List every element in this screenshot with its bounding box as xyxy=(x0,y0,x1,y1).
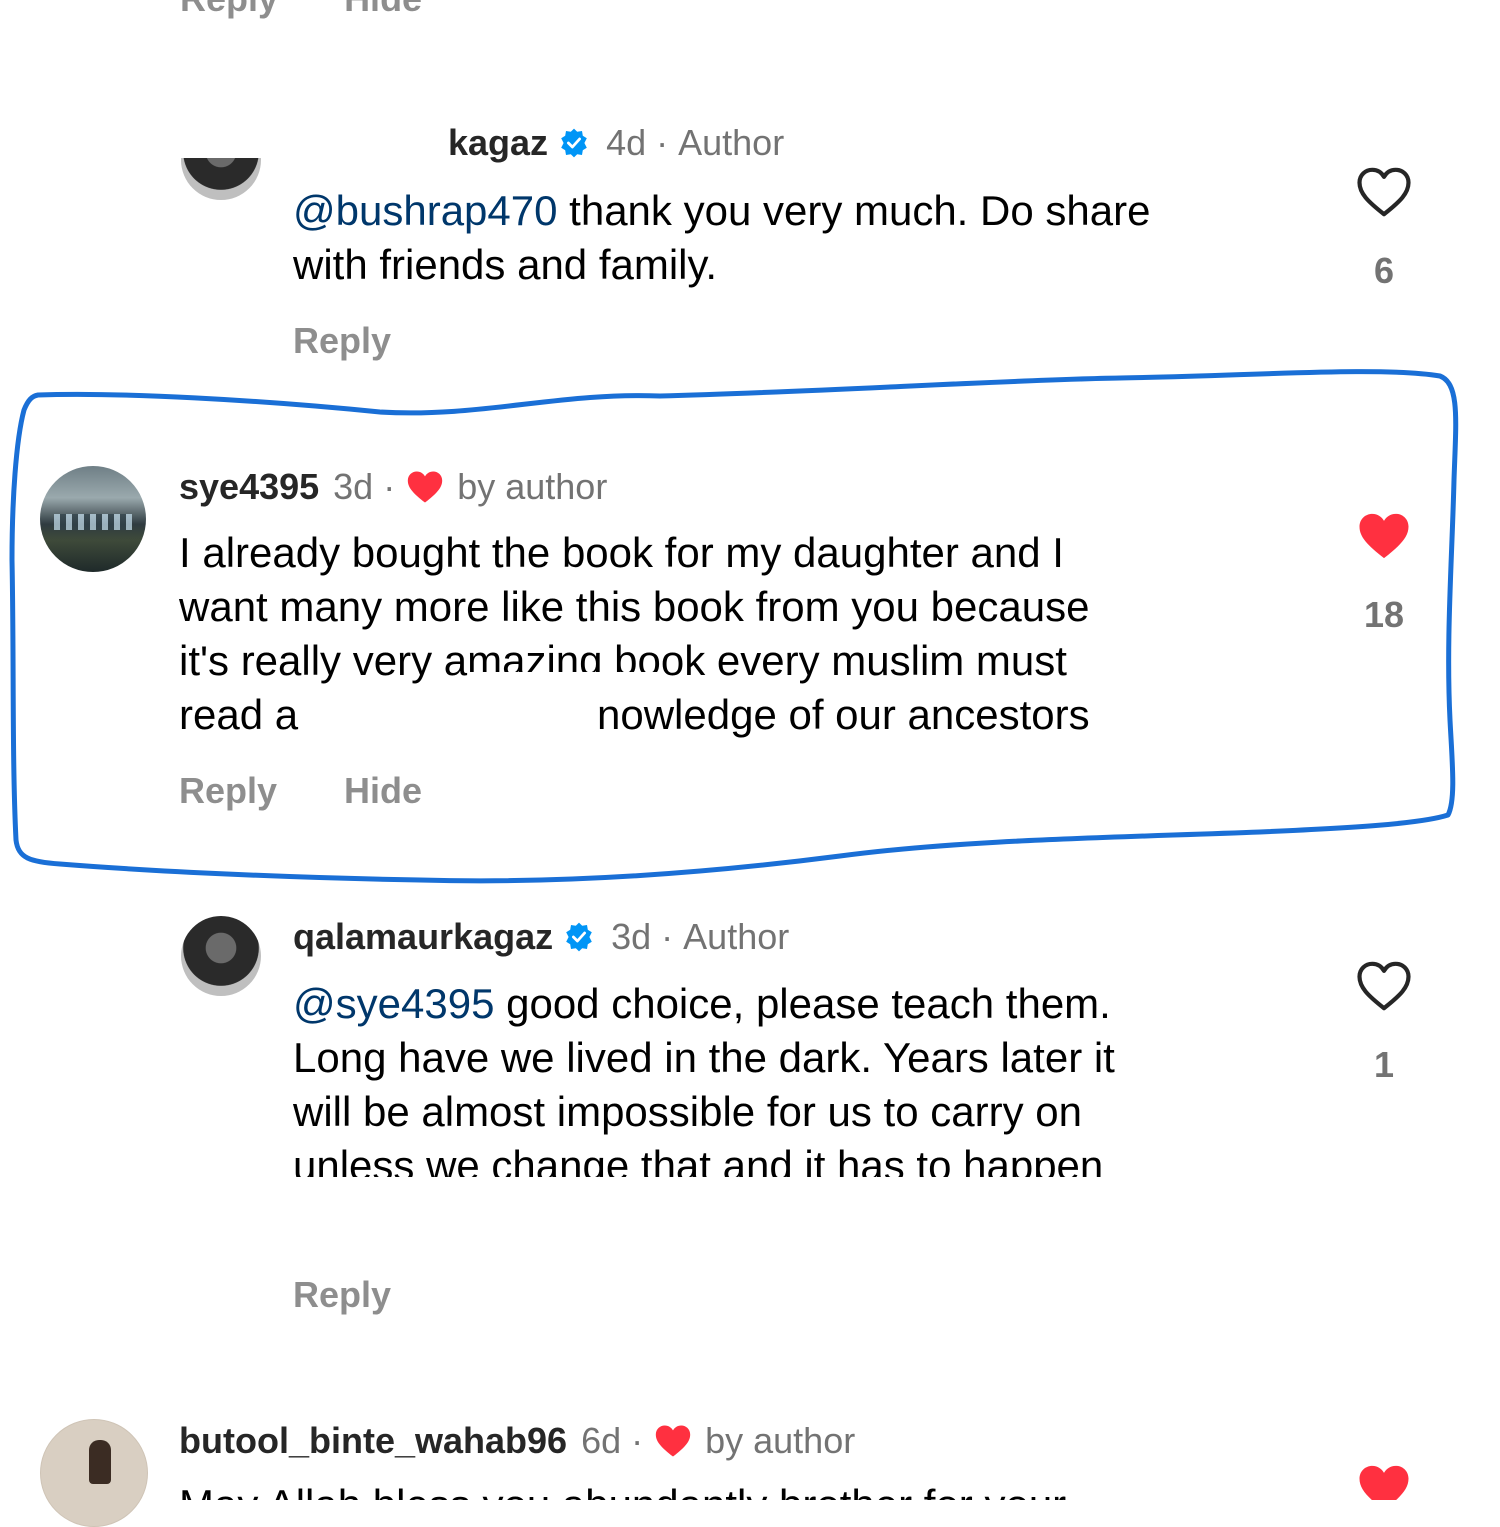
heart-outline-icon xyxy=(1357,961,1411,1011)
comment-header: butool_binte_wahab96 6d · by author xyxy=(179,1420,855,1462)
like-count: 18 xyxy=(1363,594,1405,635)
author-tag: Author xyxy=(683,916,790,957)
separator-dot: · xyxy=(661,916,674,957)
comment-line: it's really very amazing book every musl… xyxy=(179,637,1067,684)
comment-header: qalamaurkagaz 3d · Author xyxy=(293,916,789,958)
reply-button[interactable]: Reply xyxy=(179,770,277,812)
avatar[interactable] xyxy=(40,466,146,572)
comment-header: sye4395 3d · by author xyxy=(179,466,607,508)
username[interactable]: qalamaurkagaz xyxy=(293,916,553,958)
by-author-label: by author xyxy=(705,1420,856,1461)
username[interactable]: butool_binte_wahab96 xyxy=(179,1420,567,1462)
heart-filled-icon xyxy=(1359,513,1409,559)
comment-line: good choice, please teach them. xyxy=(494,980,1111,1027)
comment-line: unless we change that and it has to happ… xyxy=(293,1142,1104,1177)
username[interactable]: sye4395 xyxy=(179,466,319,508)
timestamp: 4d xyxy=(606,122,647,163)
liked-by-author-heart-icon xyxy=(408,471,443,503)
comment-line: read a xyxy=(179,691,299,738)
redaction-patch xyxy=(305,690,595,742)
hide-button[interactable]: Hide xyxy=(344,0,422,19)
previous-comment-actions: Reply Hide xyxy=(180,0,478,20)
heart-outline-icon xyxy=(1357,167,1411,217)
verified-badge-icon xyxy=(566,922,592,952)
comment-line: Long have we lived in the dark. Years la… xyxy=(293,1034,1115,1081)
comment-line: May Allah bless you abundantly brother f… xyxy=(179,1478,1289,1500)
comment-line: nowledge of our ancestors xyxy=(597,691,1090,738)
mention-link[interactable]: @sye4395 xyxy=(293,980,494,1027)
like-button[interactable] xyxy=(1354,1462,1414,1500)
reply-button[interactable]: Reply xyxy=(293,1274,391,1316)
redaction-patch xyxy=(470,672,660,694)
avatar[interactable] xyxy=(181,158,261,200)
comment-text: May Allah bless you abundantly brother f… xyxy=(179,1478,1289,1500)
like-count: 1 xyxy=(1373,1044,1395,1085)
hide-button[interactable]: Hide xyxy=(344,770,422,812)
reply-button[interactable]: Reply xyxy=(293,320,391,362)
verified-badge-icon xyxy=(561,128,587,158)
comment-text: @bushrap470 thank you very much. Do shar… xyxy=(293,184,1313,292)
comment-line: will be almost impossible for us to carr… xyxy=(293,1088,1082,1135)
author-tag: Author xyxy=(678,122,785,163)
like-button[interactable] xyxy=(1354,166,1414,223)
timestamp: 3d xyxy=(333,466,374,507)
comment-line: with friends and family. xyxy=(293,241,718,288)
comment-header: kagaz 4d · Author xyxy=(448,122,784,164)
timestamp: 3d xyxy=(611,916,652,957)
mention-link[interactable]: @bushrap470 xyxy=(293,187,558,234)
by-author-label: by author xyxy=(457,466,608,507)
timestamp: 6d xyxy=(581,1420,622,1461)
avatar[interactable] xyxy=(40,1419,148,1527)
comment-text: @sye4395 good choice, please teach them.… xyxy=(293,977,1313,1177)
heart-filled-icon xyxy=(1359,1465,1409,1500)
like-button[interactable] xyxy=(1354,960,1414,1017)
separator-dot: · xyxy=(383,466,396,507)
comment-line: want many more like this book from you b… xyxy=(179,583,1090,630)
comment-line: I already bought the book for my daughte… xyxy=(179,529,1064,576)
comment-line: thank you very much. Do share xyxy=(557,187,1151,234)
like-button[interactable] xyxy=(1354,510,1414,567)
reply-button[interactable]: Reply xyxy=(180,0,278,19)
username[interactable]: kagaz xyxy=(448,122,548,164)
separator-dot: · xyxy=(656,122,669,163)
avatar[interactable] xyxy=(181,916,261,996)
like-count: 6 xyxy=(1373,250,1395,291)
separator-dot: · xyxy=(631,1420,644,1461)
liked-by-author-heart-icon xyxy=(655,1425,691,1457)
